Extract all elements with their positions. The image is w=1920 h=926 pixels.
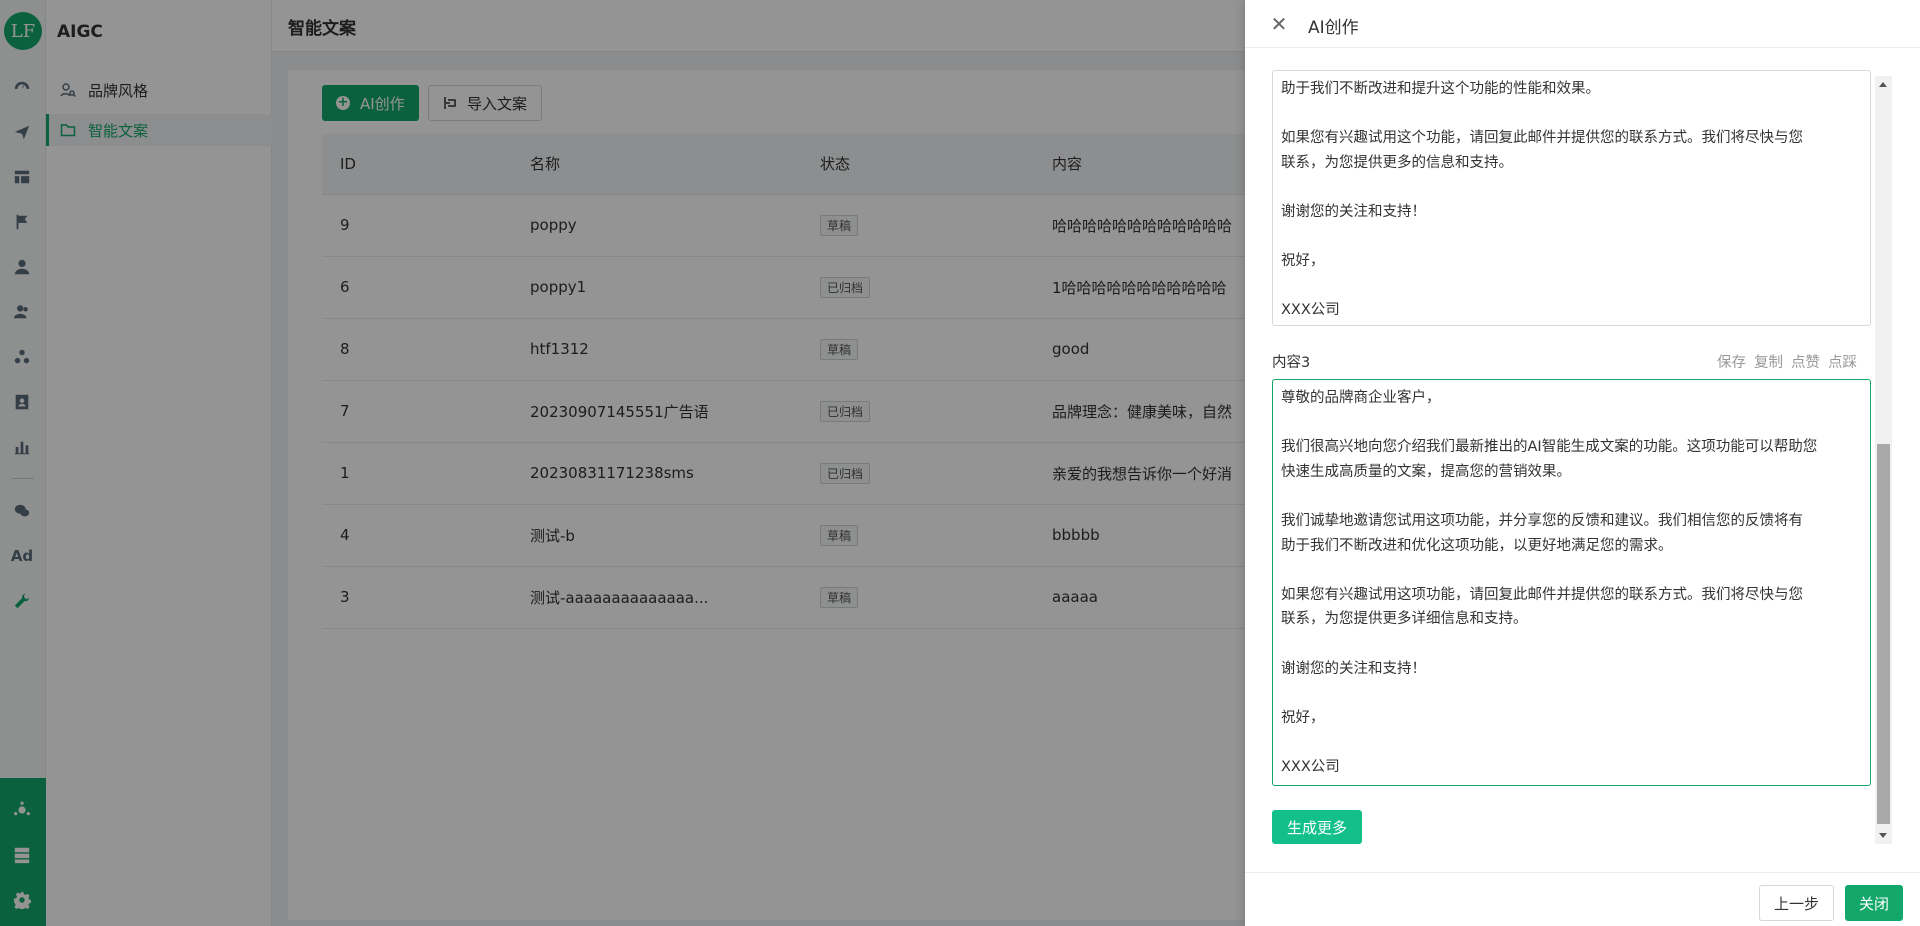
text-line: 联系，为您提供更多的信息和支持。	[1281, 154, 1513, 171]
copy-link[interactable]: 复制	[1754, 351, 1783, 372]
text-line: 如果您有兴趣试用这个功能，请回复此邮件并提供您的联系方式。我们将尽快与您	[1281, 130, 1803, 147]
text-line: XXX公司	[1281, 302, 1340, 319]
text-line	[1281, 681, 1862, 706]
text-line	[1281, 484, 1862, 509]
drawer-scrollbar[interactable]	[1875, 76, 1892, 844]
scroll-up-icon[interactable]	[1879, 82, 1887, 87]
text-line: 我们诚挚地邀请您试用这项功能，并分享您的反馈和建议。我们相信您的反馈将有	[1281, 512, 1803, 529]
dislike-link[interactable]: 点踩	[1828, 351, 1857, 372]
previous-step-button[interactable]: 上一步	[1759, 885, 1834, 921]
text-line: 如果您有兴趣试用这项功能，请回复此邮件并提供您的联系方式。我们将尽快与您	[1281, 586, 1803, 603]
text-line	[1281, 411, 1862, 436]
text-line: 助于我们不断改进和优化这项功能，以更好地满足您的需求。	[1281, 537, 1673, 554]
text-line	[1281, 175, 1862, 200]
like-link[interactable]: 点赞	[1791, 351, 1820, 372]
text-line: 谢谢您的关注和支持！	[1281, 203, 1426, 220]
text-line: 祝好，	[1281, 253, 1325, 270]
text-line	[1281, 558, 1862, 583]
content3-textarea[interactable]: 尊敬的品牌商企业客户， 我们很高兴地向您介绍我们最新推出的AI智能生成文案的功能。…	[1272, 379, 1871, 786]
drawer-title: AI创作	[1308, 18, 1359, 38]
drawer-header: ✕ AI创作	[1245, 0, 1920, 48]
text-line: 我们很高兴地向您介绍我们最新推出的AI智能生成文案的功能。这项功能可以帮助您	[1281, 439, 1818, 456]
text-line: 祝好，	[1281, 709, 1325, 726]
text-line: XXX公司	[1281, 758, 1340, 775]
close-button[interactable]: 关闭	[1845, 885, 1903, 921]
text-line	[1281, 730, 1862, 755]
save-link[interactable]: 保存	[1717, 351, 1746, 372]
close-icon[interactable]: ✕	[1268, 13, 1290, 35]
scrollbar-thumb[interactable]	[1877, 444, 1890, 824]
text-line: 联系，为您提供更多详细信息和支持。	[1281, 611, 1528, 628]
text-line: 谢谢您的关注和支持！	[1281, 660, 1426, 677]
text-line	[1281, 274, 1862, 299]
ai-create-drawer: ✕ AI创作 助于我们不断改进和提升这个功能的性能和效果。如果您有兴趣试用这个功…	[1245, 0, 1920, 926]
generate-more-button[interactable]: 生成更多	[1272, 810, 1362, 844]
scroll-down-icon[interactable]	[1879, 833, 1887, 838]
content3-actions: 保存 复制 点赞 点踩	[1717, 351, 1857, 372]
text-line: 尊敬的品牌商企业客户，	[1281, 390, 1441, 406]
text-line	[1281, 225, 1862, 250]
text-line	[1281, 632, 1862, 657]
text-line: 快速生成高质量的文案，提高您的营销效果。	[1281, 463, 1571, 480]
text-line: 助于我们不断改进和提升这个功能的性能和效果。	[1281, 81, 1600, 97]
drawer-footer: 上一步 关闭	[1245, 872, 1920, 926]
text-line	[1281, 102, 1862, 127]
content2-textarea[interactable]: 助于我们不断改进和提升这个功能的性能和效果。如果您有兴趣试用这个功能，请回复此邮…	[1272, 70, 1871, 326]
content3-label: 内容3	[1272, 355, 1311, 371]
